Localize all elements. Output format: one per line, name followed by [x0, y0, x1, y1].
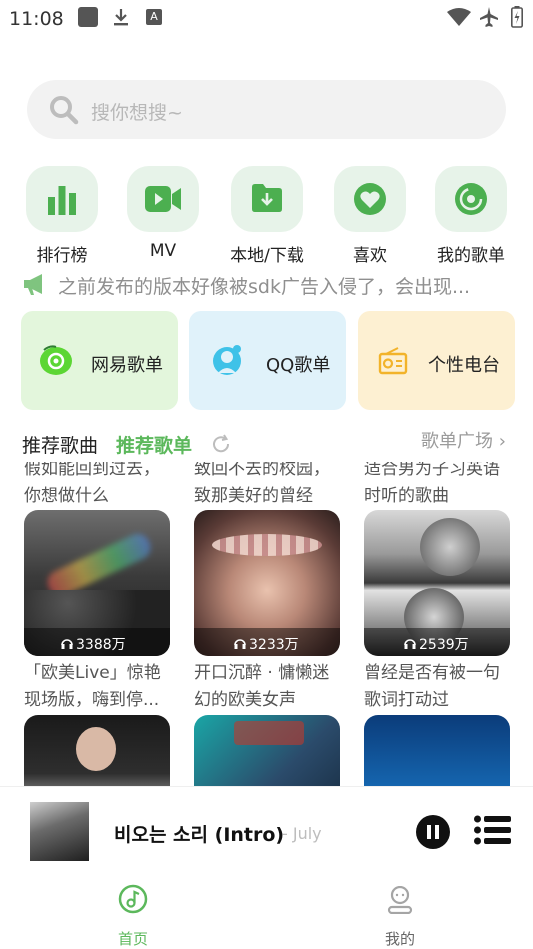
- title-line: 歌词打动过: [364, 690, 449, 710]
- status-time: 11:08: [9, 8, 64, 30]
- playlist-card-6[interactable]: [364, 715, 510, 786]
- quick-entry-circle: [334, 166, 406, 232]
- battery-icon: [511, 6, 523, 28]
- bar-chart-icon: [48, 186, 76, 215]
- title-line: 时听的歌曲: [364, 486, 449, 506]
- playlist-square-label: 歌单广场: [421, 431, 493, 452]
- card-personal-radio[interactable]: 个性电台: [358, 311, 515, 410]
- playlist-card-1[interactable]: 3388万: [24, 510, 170, 656]
- headphones-icon: [61, 639, 73, 649]
- quick-entry-circle: [231, 166, 303, 232]
- folder-download-icon: [252, 184, 282, 212]
- quick-entry-ranking[interactable]: 排行榜: [7, 166, 117, 266]
- playlist-card-3[interactable]: 2539万: [364, 510, 510, 656]
- title-line: 致那美好的曾经: [194, 486, 313, 506]
- playlist-card-2[interactable]: 3233万: [194, 510, 340, 656]
- title-line: 幻的欧美女声: [194, 690, 296, 710]
- heart-icon: [354, 183, 386, 215]
- flower-crown: [212, 534, 322, 556]
- playlist-queue-icon[interactable]: [474, 815, 511, 845]
- title-line: 适合男为子习英语: [364, 462, 500, 479]
- playlist-grid[interactable]: 假如能回到过去， 你想做什么 致回不去的校园， 致那美好的曾经 适合男为子习英语…: [0, 462, 533, 786]
- netease-logo-icon: [40, 345, 72, 375]
- notice-marquee[interactable]: 之前发布的版本好像被sdk广告入侵了，会出现...: [58, 272, 518, 299]
- nav-mine[interactable]: 我的: [360, 882, 440, 948]
- headphones-icon: [234, 639, 246, 649]
- airplane-icon: [480, 7, 498, 27]
- nav-home-label: 首页: [118, 930, 149, 948]
- nav-home[interactable]: 首页: [93, 882, 173, 948]
- music-note-circle-icon: [118, 884, 148, 914]
- quick-entry-my-playlists[interactable]: 我的歌单: [416, 166, 526, 266]
- playlist-card-5[interactable]: [194, 715, 340, 786]
- now-playing-title: 비오는 소리 (Intro): [114, 824, 285, 846]
- quick-entry-label: 排行榜: [36, 246, 88, 266]
- card-label: 网易歌单: [91, 355, 163, 376]
- quick-entry-mv[interactable]: MV: [108, 166, 218, 266]
- quick-entry-label: 本地/下载: [230, 246, 304, 266]
- playlist-title: 「欧美Live」惊艳 现场版，嗨到停...: [24, 660, 174, 714]
- title-line: 开口沉醉 · 慵懒迷: [194, 663, 330, 683]
- card-label: QQ歌单: [266, 355, 331, 376]
- playlist-title-partial: 致回不去的校园， 致那美好的曾经: [194, 462, 344, 510]
- megaphone-icon: [24, 274, 42, 295]
- quick-entry-label: 我的歌单: [437, 246, 505, 266]
- wifi-icon: [447, 8, 471, 26]
- quick-entry-local-download[interactable]: 本地/下载: [212, 166, 322, 266]
- nav-mine-label: 我的: [385, 930, 416, 948]
- video-camera-icon: [145, 186, 181, 212]
- play-count: 2539万: [419, 637, 469, 653]
- playlist-title-partial: 假如能回到过去， 你想做什么: [24, 462, 174, 510]
- title-line: 现场版，嗨到停...: [24, 690, 160, 710]
- play-count: 3233万: [249, 637, 299, 653]
- card-label: 个性电台: [428, 355, 500, 376]
- title-line: 你想做什么: [24, 486, 109, 506]
- portrait-head: [76, 727, 116, 771]
- tab-recommended-playlists[interactable]: 推荐歌单: [116, 431, 192, 458]
- card-netease-playlist[interactable]: 网易歌单: [21, 311, 178, 410]
- qq-music-icon: [213, 345, 241, 375]
- title-line: 曾经是否有被一句: [364, 663, 500, 683]
- title-line: 致回不去的校园，: [194, 462, 330, 479]
- playlist-title-partial: 适合男为子习英语 时听的歌曲: [364, 462, 514, 510]
- quick-entry-circle: [435, 166, 507, 232]
- quick-entry-circle: [127, 166, 199, 232]
- refresh-icon[interactable]: [210, 433, 232, 455]
- quick-entry-circle: [26, 166, 98, 232]
- radio-icon: [378, 347, 408, 375]
- card-qq-playlist[interactable]: QQ歌单: [189, 311, 346, 410]
- headphones-icon: [404, 639, 416, 649]
- title-line: 假如能回到过去，: [24, 462, 160, 479]
- album-art[interactable]: [30, 802, 89, 861]
- playlist-title: 开口沉醉 · 慵懒迷 幻的欧美女声: [194, 660, 344, 714]
- translate-icon: A: [146, 9, 162, 25]
- quick-entry-label: 喜欢: [353, 246, 387, 266]
- portrait-upper: [420, 518, 480, 576]
- play-count: 3388万: [76, 637, 126, 653]
- now-playing-artist: - July: [282, 824, 322, 843]
- chevron-right-icon: ›: [493, 431, 506, 452]
- playlist-title: 曾经是否有被一句 歌词打动过: [364, 660, 514, 714]
- music-disc-icon: [455, 183, 487, 215]
- search-input[interactable]: 搜你想搜~: [91, 98, 183, 125]
- quick-entry-label: MV: [149, 241, 177, 261]
- tab-recommended-songs[interactable]: 推荐歌曲: [22, 431, 98, 458]
- pause-icon[interactable]: [416, 815, 450, 849]
- download-icon: [114, 9, 128, 26]
- playlist-card-4[interactable]: [24, 715, 170, 786]
- quick-entry-favorites[interactable]: 喜欢: [315, 166, 425, 266]
- search-icon: [50, 96, 79, 125]
- status-bar: 11:08 A: [0, 0, 533, 36]
- crown-shape: [234, 721, 304, 745]
- user-icon: [387, 886, 413, 914]
- playlist-square-link[interactable]: 歌单广场 ›: [421, 427, 506, 453]
- app-square-icon: [78, 7, 98, 27]
- title-line: 「欧美Live」惊艳: [24, 663, 161, 683]
